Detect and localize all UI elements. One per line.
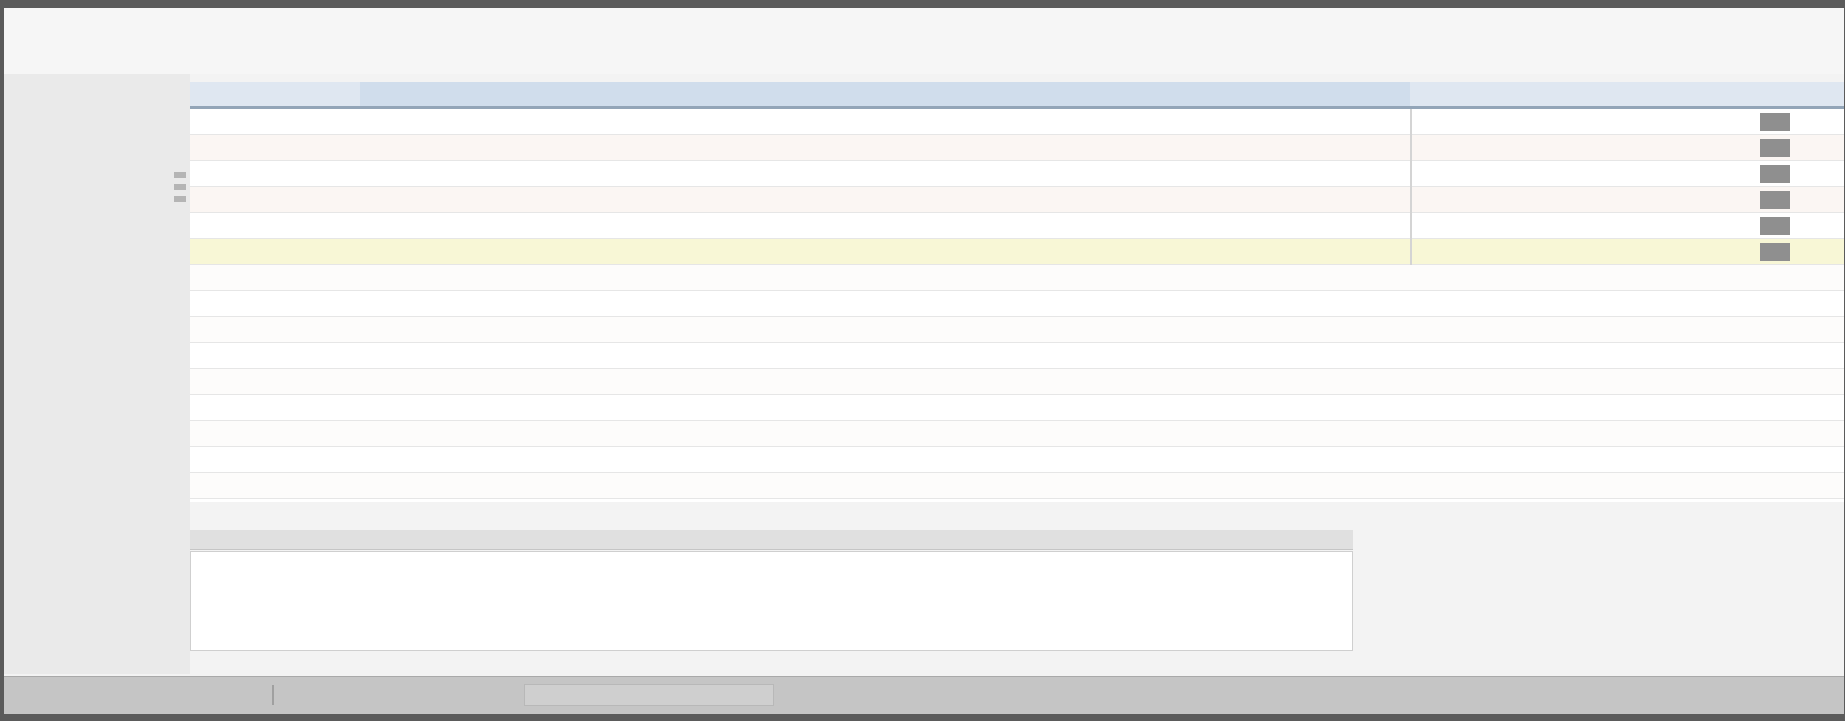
summary-row (1384, 608, 1844, 630)
cell-col-1 (190, 161, 360, 187)
summary-panel (1384, 526, 1844, 656)
cell-col-3 (1410, 161, 1710, 187)
notes-field[interactable] (190, 551, 1353, 651)
data-grid[interactable] (190, 82, 1844, 502)
cell-col-3 (1410, 135, 1710, 161)
empty-row[interactable] (190, 265, 1844, 291)
row-marker (174, 196, 186, 202)
table-row[interactable] (190, 135, 1844, 161)
cell-col-3 (1410, 239, 1710, 265)
cell-col-1 (190, 109, 360, 135)
empty-row[interactable] (190, 343, 1844, 369)
summary-value (1654, 608, 1764, 630)
status-bar (4, 676, 1844, 714)
table-row[interactable] (190, 213, 1844, 239)
empty-row[interactable] (190, 395, 1844, 421)
cell-col-4 (1760, 139, 1790, 157)
top-field-2[interactable] (1199, 28, 1209, 50)
column-header-2[interactable] (360, 82, 1410, 106)
grid-body (190, 109, 1844, 502)
summary-row (1384, 558, 1844, 580)
empty-row[interactable] (190, 421, 1844, 447)
empty-row[interactable] (190, 473, 1844, 499)
cell-col-2 (390, 161, 1410, 187)
cell-col-2 (390, 213, 1410, 239)
row-gutter (4, 74, 190, 674)
cell-col-1 (190, 213, 360, 239)
empty-row[interactable] (190, 317, 1844, 343)
table-row[interactable] (190, 187, 1844, 213)
cell-col-3 (1410, 187, 1710, 213)
cell-col-2 (390, 187, 1410, 213)
cell-col-2 (390, 109, 1410, 135)
cell-col-3 (1410, 213, 1710, 239)
summary-value (1654, 634, 1764, 656)
row-marker (174, 172, 186, 178)
table-row-selected[interactable] (190, 239, 1844, 265)
empty-row[interactable] (190, 447, 1844, 473)
status-field[interactable] (524, 684, 774, 706)
top-field-1[interactable] (199, 28, 209, 50)
summary-value (1654, 584, 1764, 606)
cell-col-3 (1410, 109, 1710, 135)
cell-col-2 (390, 135, 1410, 161)
summary-value (1654, 558, 1764, 580)
cell-col-4 (1760, 217, 1790, 235)
cell-col-1 (190, 187, 360, 213)
grid-header (190, 82, 1844, 109)
cell-col-1 (190, 135, 360, 161)
cell-col-4 (1760, 191, 1790, 209)
cell-col-1 (190, 239, 360, 265)
cell-col-4 (1760, 243, 1790, 261)
form-header (4, 8, 1844, 74)
summary-value (1654, 532, 1764, 554)
table-row[interactable] (190, 161, 1844, 187)
summary-row (1384, 584, 1844, 606)
empty-row[interactable] (190, 291, 1844, 317)
cell-col-4 (1760, 165, 1790, 183)
column-header-1[interactable] (190, 82, 360, 106)
cell-col-4 (1760, 113, 1790, 131)
row-marker (174, 184, 186, 190)
cell-col-2 (390, 239, 1410, 265)
table-row[interactable] (190, 109, 1844, 135)
column-header-3[interactable] (1410, 82, 1710, 106)
column-header-4[interactable] (1710, 82, 1844, 106)
notes-label (190, 530, 1353, 550)
status-divider (272, 685, 274, 705)
summary-row (1384, 532, 1844, 554)
app-window (4, 8, 1844, 714)
summary-row (1384, 634, 1844, 656)
column-divider (1410, 109, 1412, 265)
empty-row[interactable] (190, 369, 1844, 395)
